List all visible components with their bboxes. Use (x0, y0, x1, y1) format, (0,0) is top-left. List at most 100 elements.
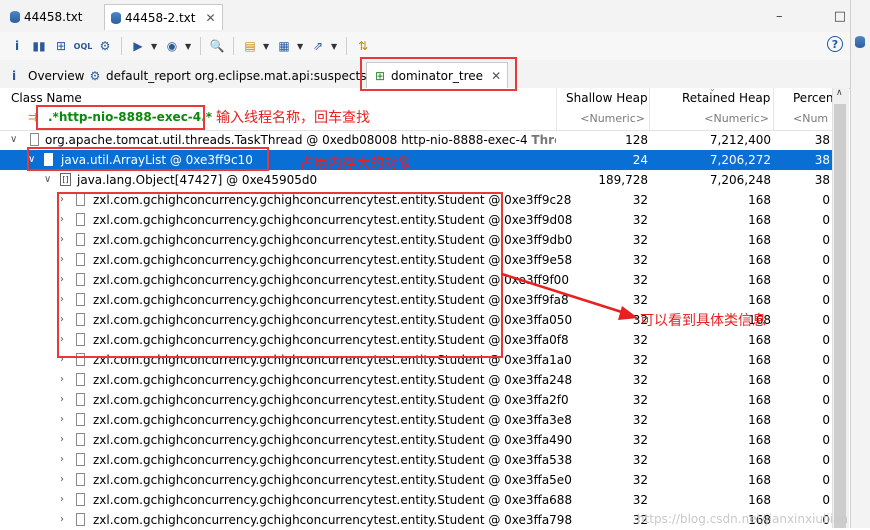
class-name-cell: java.lang.Object[47427] @ 0xe45905d0 (77, 173, 318, 187)
chevron-down-icon[interactable]: ▼ (151, 42, 159, 51)
percentage-cell: 0 (822, 493, 830, 507)
shallow-heap-cell: 32 (632, 393, 648, 407)
chevron-right-icon[interactable]: › (60, 470, 64, 490)
chevron-right-icon[interactable]: › (60, 490, 64, 510)
file-icon (76, 393, 85, 406)
retained-heap-cell: 168 (748, 413, 771, 427)
table-row[interactable]: › zxl.com.gchighconcurrency.gchighconcurr… (0, 490, 832, 510)
file-icon (76, 373, 85, 386)
percentage-cell: 0 (822, 413, 830, 427)
shallow-heap-cell: 32 (632, 193, 648, 207)
numeric-filter-input[interactable]: <Num (793, 112, 828, 125)
chevron-right-icon[interactable]: › (60, 430, 64, 450)
scroll-up-icon[interactable]: ∧ (836, 88, 843, 98)
class-name-cell: zxl.com.gchighconcurrency.gchighconcurre… (93, 373, 573, 387)
table-row[interactable]: › zxl.com.gchighconcurrency.gchighconcurr… (0, 410, 832, 430)
tab-info[interactable]: i (12, 65, 16, 87)
tab-overview[interactable]: Overview (28, 65, 85, 87)
minimize-button[interactable]: – (776, 9, 783, 24)
column-header-label: Shallow Heap (566, 91, 648, 105)
column-header-label: Class Name (11, 91, 82, 105)
chevron-right-icon[interactable]: › (60, 370, 64, 390)
numeric-filter-input[interactable]: <Numeric> (704, 112, 769, 125)
chevron-right-icon[interactable]: › (60, 510, 64, 530)
query-browser-icon[interactable]: ◉ (163, 37, 181, 55)
chevron-right-icon[interactable]: › (60, 390, 64, 410)
percentage-cell: 38 (814, 173, 830, 187)
retained-heap-cell: 168 (748, 333, 771, 347)
chevron-down-icon[interactable]: ▼ (263, 42, 271, 51)
retained-heap-cell: 168 (748, 193, 771, 207)
shallow-heap-cell: 128 (625, 133, 648, 147)
percentage-cell: 0 (822, 333, 830, 347)
percentage-cell: 0 (822, 393, 830, 407)
run-report-icon[interactable]: ▶ (129, 37, 147, 55)
heap-dump-overview-icon[interactable]: ⚙ (96, 37, 114, 55)
retained-heap-cell: 168 (748, 373, 771, 387)
shallow-heap-cell: 32 (632, 433, 648, 447)
chevron-down-icon[interactable]: ∨ (10, 130, 17, 150)
database-icon[interactable] (855, 36, 865, 51)
help-button[interactable]: ? (827, 36, 843, 52)
class-name-cell: zxl.com.gchighconcurrency.gchighconcurre… (93, 513, 573, 527)
retained-heap-cell: 168 (748, 213, 771, 227)
file-icon (76, 433, 85, 446)
retained-heap-cell: 168 (748, 393, 771, 407)
database-icon (10, 11, 20, 23)
file-icon (76, 493, 85, 506)
chevron-down-icon[interactable]: ▼ (185, 42, 193, 51)
search-icon[interactable]: 🔍 (208, 37, 226, 55)
window-controls: – □ (776, 0, 846, 32)
histogram-icon[interactable]: ▮▮ (30, 37, 48, 55)
percentage-cell: 0 (822, 453, 830, 467)
annotation-box-arraylist (27, 147, 269, 171)
editor-tab-label: 44458-2.txt (125, 10, 196, 25)
side-panel (850, 0, 870, 528)
maximize-button[interactable]: □ (834, 9, 846, 24)
database-icon (111, 11, 121, 24)
scrollbar-thumb[interactable] (834, 104, 846, 528)
retained-heap-cell: 7,206,248 (709, 173, 771, 187)
report-icon: ⚙ (89, 69, 101, 83)
table-row[interactable]: › zxl.com.gchighconcurrency.gchighconcurr… (0, 370, 832, 390)
toolbar-separator (346, 37, 347, 55)
numeric-filter-input[interactable]: <Numeric> (580, 112, 645, 125)
retained-heap-cell: 168 (748, 233, 771, 247)
file-icon (76, 473, 85, 486)
chevron-down-icon[interactable]: ▼ (297, 42, 305, 51)
shallow-heap-cell: 32 (632, 373, 648, 387)
calculate-icon[interactable]: ▦ (275, 37, 293, 55)
percentage-cell: 0 (822, 433, 830, 447)
annotation-box-tab (360, 57, 517, 91)
editor-tab-44458-txt[interactable]: 44458.txt (4, 4, 89, 30)
tab-default-report[interactable]: ⚙ default_report org.eclipse.mat.api:sus… (88, 65, 367, 87)
compare-icon[interactable]: ⇅ (354, 37, 372, 55)
oql-icon[interactable]: OQL (74, 37, 93, 55)
column-retained-heap[interactable]: ⌄ Retained Heap <Numeric> (650, 84, 774, 130)
group-icon[interactable]: ▤ (241, 37, 259, 55)
percentage-cell: 0 (822, 353, 830, 367)
chevron-right-icon[interactable]: › (60, 410, 64, 430)
table-row[interactable]: › zxl.com.gchighconcurrency.gchighconcurr… (0, 450, 832, 470)
annotation-box-filter (36, 105, 205, 130)
chevron-right-icon[interactable]: › (60, 450, 64, 470)
info-icon[interactable]: i (8, 37, 26, 55)
column-percentage[interactable]: Percen <Num (774, 88, 832, 130)
annotation-class-info: 可以看到具体类信息 (640, 313, 766, 329)
toolbar-separator (121, 37, 122, 55)
editor-tab-44458-2-txt[interactable]: 44458-2.txt ✕ (104, 4, 223, 30)
export-icon[interactable]: ⇗ (309, 37, 327, 55)
chevron-down-icon[interactable]: ∨ (44, 170, 51, 190)
column-shallow-heap[interactable]: Shallow Heap <Numeric> (557, 88, 650, 130)
table-row[interactable]: › zxl.com.gchighconcurrency.gchighconcurr… (0, 470, 832, 490)
table-row[interactable]: › zxl.com.gchighconcurrency.gchighconcurr… (0, 430, 832, 450)
tab-label: default_report org.eclipse.mat.api:suspe… (106, 69, 367, 83)
close-icon[interactable]: ✕ (205, 11, 215, 25)
dominator-icon[interactable]: ⊞ (52, 37, 70, 55)
table-row[interactable]: › zxl.com.gchighconcurrency.gchighconcurr… (0, 390, 832, 410)
chevron-down-icon[interactable]: ▼ (331, 42, 339, 51)
shallow-heap-cell: 189,728 (598, 173, 648, 187)
shallow-heap-cell: 32 (632, 233, 648, 247)
table-row[interactable]: ∨ [] java.lang.Object[47427] @ 0xe45905d… (0, 170, 832, 190)
file-icon (76, 413, 85, 426)
